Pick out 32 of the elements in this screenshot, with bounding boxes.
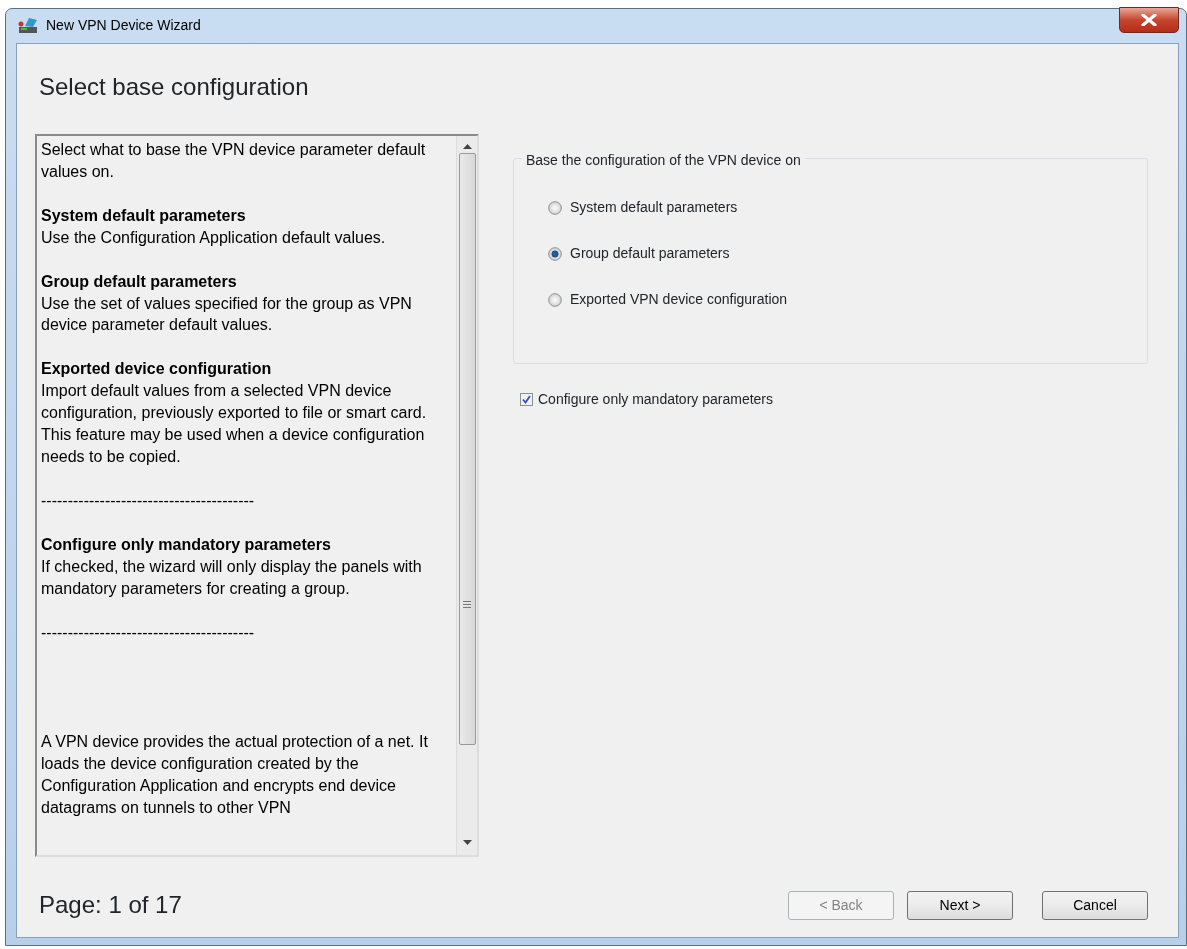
close-button[interactable] [1119,6,1179,33]
window-title: New VPN Device Wizard [46,16,201,36]
help-text: Use the set of values specified for the group as VPN device parameter default values. [41,294,412,334]
mandatory-checkbox[interactable]: Configure only mandatory parameters [520,389,1148,410]
radio-option[interactable]: Exported VPN device configuration [548,289,1147,310]
separator-text: ---------------------------------------- [41,622,256,643]
radio-option[interactable]: Group default parameters [548,243,1147,264]
help-topic-title: Group default parameters [41,271,238,292]
scrollbar[interactable] [456,136,477,855]
scroll-up-icon[interactable] [462,144,472,149]
close-icon [1141,13,1157,26]
help-text: Use the Configuration Application default values. [41,228,386,246]
page-indicator: Page: 1 of 17 [39,890,182,920]
radio-button[interactable] [548,200,562,215]
scroll-down-icon[interactable] [462,840,472,845]
help-topic-title: Exported device configuration [41,359,273,380]
radio-button[interactable] [548,246,562,261]
help-text: Import default values from a selected VPN device configuration, previously exported to file or smart card. This feature may be used when a device configuration needs to be copied. [41,382,427,465]
help-text: Select what to base the VPN device parameter default values on. [41,140,427,182]
help-topic-title: Configure only mandatory parameters [41,534,332,555]
radio-button[interactable] [548,292,562,307]
cancel-button[interactable]: Cancel [1042,890,1148,920]
checkbox[interactable] [520,393,533,406]
help-text: A VPN device provides the actual protection of a net. It loads the device configuration created by the Configuration Application and encrypts end device datagrams on tunnels to other VPN [41,732,429,819]
scroll-thumb[interactable] [458,153,476,745]
separator-text: ---------------------------------------- [41,490,256,511]
next-button[interactable]: Next > [907,890,1013,920]
page-heading: Select base configuration [39,73,310,100]
network-device-icon [18,16,40,35]
help-text: If checked, the wizard will only display the panels with mandatory parameters for creating a group. [41,557,422,597]
help-topic-title: System default parameters [41,205,247,226]
radio-option[interactable]: System default parameters [548,197,1147,218]
